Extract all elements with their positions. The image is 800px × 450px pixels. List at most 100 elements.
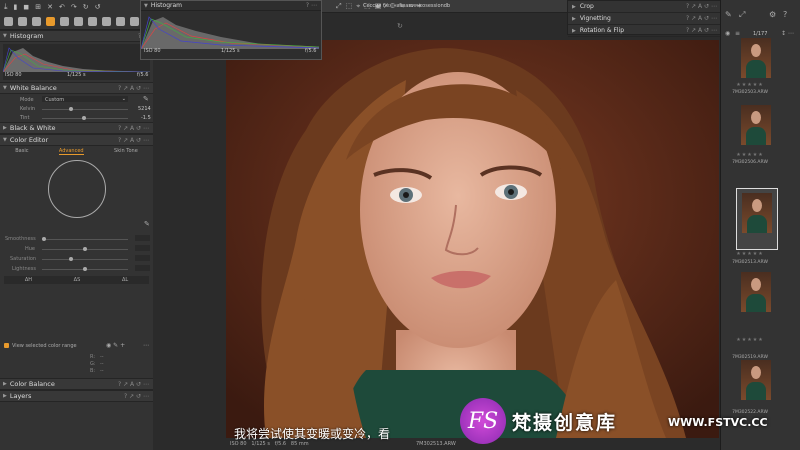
panel-options-icon[interactable]: ? ⋯ <box>306 2 317 9</box>
thumbnail-1[interactable] <box>741 38 771 78</box>
help-icon[interactable]: ? <box>783 10 787 19</box>
expand-icon[interactable]: ▶ <box>3 125 7 131</box>
session-title: Сессия без названия.cosessiondb <box>363 3 451 9</box>
collapse-icon[interactable]: ▼ <box>3 85 7 91</box>
floating-histogram-header[interactable]: ▼ Histogram ? ⋯ <box>141 1 321 11</box>
kelvin-knob[interactable] <box>69 107 73 111</box>
smoothness-value[interactable] <box>135 235 150 241</box>
list-icon[interactable]: ≡ <box>735 30 740 37</box>
thumbnail-3[interactable] <box>742 193 772 233</box>
panel-options-icon[interactable]: ? ↗ A ↺ ⋯ <box>686 27 717 34</box>
settings-gear-icon[interactable]: ⚙ <box>769 10 776 19</box>
expand-icon[interactable]: ▶ <box>3 381 7 387</box>
kelvin-value[interactable]: 5214 <box>138 106 151 112</box>
thumbnail-4-rating[interactable]: ★★★★★ <box>727 337 773 343</box>
panel-options-icon[interactable]: ? ↗ A ↺ ⋯ <box>686 15 717 22</box>
saturation-knob[interactable] <box>69 257 73 261</box>
camera-icon[interactable]: ◼ <box>23 3 29 11</box>
lightness-value[interactable] <box>135 265 150 271</box>
metadata-tab-icon[interactable] <box>102 16 111 26</box>
expand-icon[interactable]: ▶ <box>572 4 576 10</box>
vignetting-header[interactable]: ▶ Vignetting ? ↗ A ↺ ⋯ <box>568 13 721 25</box>
delta-s-button[interactable]: ΔS <box>74 277 81 283</box>
crop-header[interactable]: ▶ Crop ? ↗ A ↺ ⋯ <box>568 1 721 13</box>
close-x-icon[interactable]: ✕ <box>47 3 53 11</box>
tab-basic[interactable]: Basic <box>15 148 28 154</box>
undo-icon[interactable]: ↶ <box>59 3 65 11</box>
copy-adjustments-icon[interactable]: ⤢ <box>739 10 745 20</box>
redo-icon[interactable]: ↷ <box>71 3 77 11</box>
thumbnail-3-selected-frame[interactable] <box>736 188 778 250</box>
hue-slider[interactable] <box>42 247 128 251</box>
thumbnail-2-rating[interactable]: ★★★★★ <box>727 152 773 158</box>
black-white-header[interactable]: ▶ Black & White ? ↗ A ↺ ⋯ <box>0 122 153 134</box>
collapse-icon[interactable]: ▼ <box>3 137 7 143</box>
lightness-slider[interactable] <box>42 267 128 271</box>
color-picker-plus-icon[interactable]: ◉ ✎ + <box>106 342 125 349</box>
smoothness-slider[interactable] <box>42 237 128 241</box>
sort-icon[interactable]: ↕ ⋯ <box>781 30 794 37</box>
grid-icon[interactable]: ⊞ <box>35 3 41 11</box>
panel-options-icon[interactable]: ? ↗ A ↺ ⋯ <box>118 381 149 388</box>
rotate-icon[interactable]: ↺ <box>95 3 101 11</box>
output-tab-icon[interactable] <box>116 16 125 26</box>
exposure-tab-icon[interactable] <box>60 16 69 26</box>
expand-icon[interactable]: ▶ <box>3 393 7 399</box>
capture-tab-icon[interactable] <box>18 16 27 26</box>
collapse-icon[interactable]: ▼ <box>3 33 7 39</box>
sync-icon[interactable]: ↻ <box>397 22 403 30</box>
view-range-checkbox[interactable] <box>4 343 9 348</box>
color-wheel[interactable] <box>48 160 106 218</box>
thumbnail-4[interactable] <box>741 272 771 312</box>
tint-knob[interactable] <box>82 116 86 120</box>
thumbnail-3-rating[interactable]: ★★★★★ <box>727 251 773 257</box>
thumbnail-2[interactable] <box>741 105 771 145</box>
trash-icon[interactable]: ▮ <box>14 3 18 11</box>
floating-histogram-window[interactable]: ▼ Histogram ? ⋯ ISO 80 1/125 s f/5.6 <box>140 0 322 60</box>
details-tab-icon[interactable] <box>74 16 83 26</box>
color-editor-header[interactable]: ▼ Color Editor ? ↗ A ↺ ⋯ <box>0 134 153 146</box>
main-photo[interactable] <box>226 40 719 438</box>
mode-dropdown[interactable]: Custom ⌄ <box>42 96 128 103</box>
pick-tool-icon[interactable]: ✎ <box>725 10 732 19</box>
panel-options-icon[interactable]: ? ↗ A ↺ ⋯ <box>118 85 149 92</box>
eyedropper-icon[interactable]: ✎ <box>143 95 149 103</box>
eye-icon[interactable]: ◉ <box>725 30 730 37</box>
smoothness-knob[interactable] <box>42 237 46 241</box>
lightness-knob[interactable] <box>83 267 87 271</box>
collapse-icon[interactable]: ▼ <box>144 3 148 9</box>
panel-options-icon[interactable]: ? ↗ A ↺ ⋯ <box>686 3 717 10</box>
thumbnail-5[interactable] <box>741 360 771 400</box>
remove-icon[interactable]: ⋯ <box>143 342 149 349</box>
hue-knob[interactable] <box>83 247 87 251</box>
tab-skin-tone[interactable]: Skin Tone <box>114 148 138 154</box>
adjustments-tab-icon[interactable] <box>88 16 97 26</box>
thumbnail-1-rating[interactable]: ★★★★★ <box>727 82 773 88</box>
saturation-slider[interactable] <box>42 257 128 261</box>
rotation-flip-header[interactable]: ▶ Rotation & Flip ? ↗ A ↺ ⋯ <box>568 25 721 37</box>
reset-icon[interactable]: ↻ <box>83 3 89 11</box>
delta-l-button[interactable]: ΔL <box>122 277 128 283</box>
panel-options-icon[interactable]: ? ↗ A ↺ ⋯ <box>118 137 149 144</box>
expand-icon[interactable]: ▶ <box>572 16 576 22</box>
white-balance-header[interactable]: ▼ White Balance ? ↗ A ↺ ⋯ <box>0 82 153 94</box>
layers-header[interactable]: ▶ Layers ? ↗ ↺ ⋯ <box>0 390 153 402</box>
lens-tab-icon[interactable] <box>32 16 41 26</box>
tint-slider[interactable] <box>42 116 128 120</box>
panel-options-icon[interactable]: ? ↗ ↺ ⋯ <box>124 393 149 400</box>
delta-h-button[interactable]: ΔH <box>25 277 32 283</box>
tab-advanced[interactable]: Advanced <box>58 148 84 155</box>
batch-tab-icon[interactable] <box>130 16 139 26</box>
histogram-panel-header[interactable]: ▼ Histogram ? ⋯ <box>0 30 153 42</box>
tint-value[interactable]: -1.5 <box>141 115 151 121</box>
import-icon[interactable]: ⤓ <box>4 2 8 12</box>
color-tab-icon[interactable] <box>46 16 55 26</box>
library-tab-icon[interactable] <box>4 16 13 26</box>
kelvin-slider[interactable] <box>42 107 128 111</box>
hue-value[interactable] <box>135 245 150 251</box>
color-picker-icon[interactable]: ✎ <box>144 220 150 228</box>
expand-icon[interactable]: ▶ <box>572 28 576 34</box>
panel-options-icon[interactable]: ? ↗ A ↺ ⋯ <box>118 125 149 132</box>
saturation-value[interactable] <box>135 255 150 261</box>
color-balance-header[interactable]: ▶ Color Balance ? ↗ A ↺ ⋯ <box>0 378 153 390</box>
